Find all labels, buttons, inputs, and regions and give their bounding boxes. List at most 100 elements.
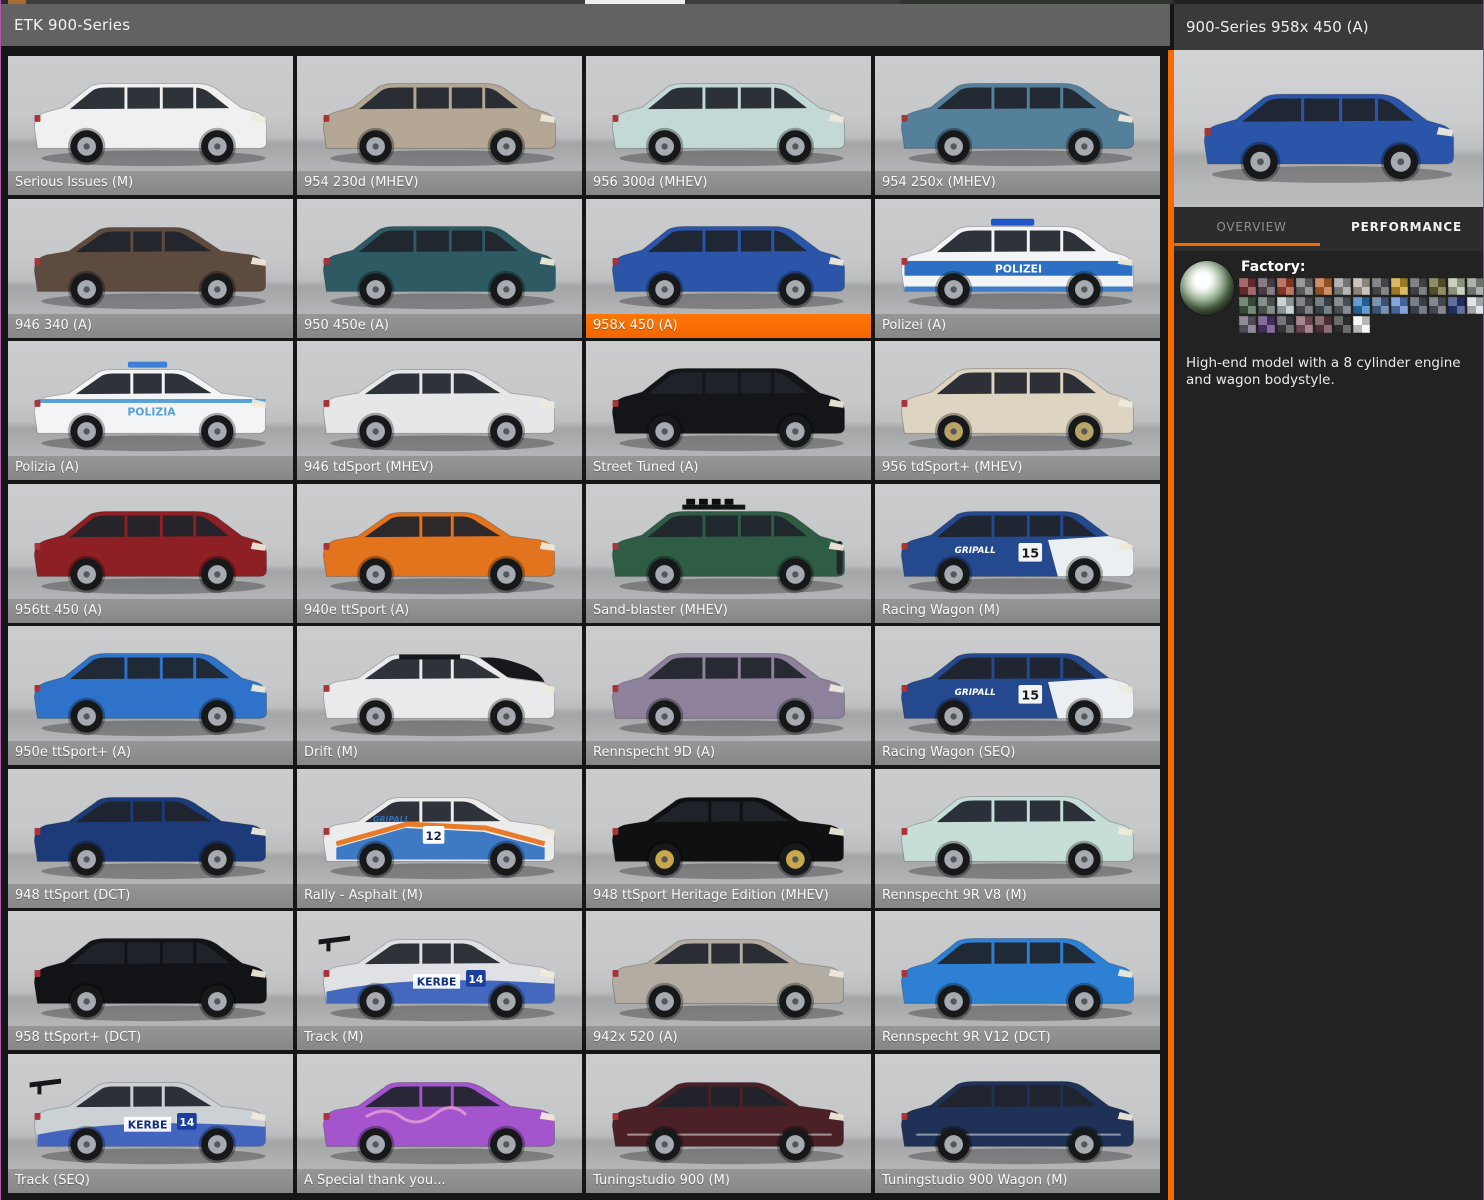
vehicle-config-label: Rennspecht 9R V12 (DCT) <box>875 1026 1160 1050</box>
vehicle-card[interactable]: Sand-blaster (MHEV) <box>586 484 871 623</box>
color-swatch[interactable] <box>1239 278 1256 295</box>
vehicle-card[interactable]: KERBE14 Track (SEQ) <box>8 1054 293 1193</box>
color-swatch[interactable] <box>1429 278 1446 295</box>
vehicle-card[interactable]: 948 ttSport (DCT) <box>8 769 293 908</box>
color-swatch[interactable] <box>1334 316 1351 333</box>
svg-text:15: 15 <box>1021 689 1039 704</box>
vehicle-card[interactable]: Tuningstudio 900 Wagon (M) <box>875 1054 1160 1193</box>
tab-performance-label: PERFORMANCE <box>1351 220 1462 234</box>
color-swatch[interactable] <box>1258 278 1275 295</box>
tab-overview[interactable]: OVERVIEW <box>1174 207 1329 251</box>
vehicle-card[interactable]: KERBE14 Track (M) <box>297 911 582 1050</box>
vehicle-config-label: 946 tdSport (MHEV) <box>297 456 582 480</box>
tab-performance[interactable]: PERFORMANCE <box>1329 207 1484 251</box>
vehicle-config-label: 946 340 (A) <box>8 314 293 338</box>
vehicle-card[interactable]: Rennspecht 9D (A) <box>586 626 871 765</box>
vehicle-config-label: 956 tdSport+ (MHEV) <box>875 456 1160 480</box>
vehicle-card[interactable]: 950e ttSport+ (A) <box>8 626 293 765</box>
color-swatch[interactable] <box>1315 297 1332 314</box>
color-swatch[interactable] <box>1296 278 1313 295</box>
color-swatch[interactable] <box>1277 316 1294 333</box>
color-swatch[interactable] <box>1410 297 1427 314</box>
factory-color-swatches <box>1239 278 1484 333</box>
vehicle-config-label: 958 ttSport+ (DCT) <box>8 1026 293 1050</box>
vehicle-card[interactable]: 956 tdSport+ (MHEV) <box>875 341 1160 480</box>
color-swatch[interactable] <box>1277 297 1294 314</box>
vehicle-card[interactable]: A Special thank you... <box>297 1054 582 1193</box>
vehicle-card[interactable]: 956 300d (MHEV) <box>586 56 871 195</box>
vehicle-card[interactable]: Rennspecht 9R V8 (M) <box>875 769 1160 908</box>
vehicle-card[interactable]: Tuningstudio 900 (M) <box>586 1054 871 1193</box>
svg-text:12: 12 <box>425 828 441 842</box>
vehicle-config-label: 954 250x (MHEV) <box>875 171 1160 195</box>
vehicle-card[interactable]: 958x 450 (A) <box>586 199 871 338</box>
color-swatch[interactable] <box>1467 278 1484 295</box>
vehicle-config-label: Sand-blaster (MHEV) <box>586 599 871 623</box>
color-swatch[interactable] <box>1410 278 1427 295</box>
color-swatch[interactable] <box>1353 297 1370 314</box>
color-swatch[interactable] <box>1391 278 1408 295</box>
vehicle-card[interactable]: Drift (M) <box>297 626 582 765</box>
vehicle-card[interactable]: 954 230d (MHEV) <box>297 56 582 195</box>
vehicle-config-label: 954 230d (MHEV) <box>297 171 582 195</box>
color-swatch[interactable] <box>1296 297 1313 314</box>
vehicle-card[interactable]: 942x 520 (A) <box>586 911 871 1050</box>
vehicle-card[interactable]: GRIPALL15 Racing Wagon (M) <box>875 484 1160 623</box>
color-swatch[interactable] <box>1372 278 1389 295</box>
svg-text:GRIPALL: GRIPALL <box>373 815 410 824</box>
vehicle-card[interactable]: Street Tuned (A) <box>586 341 871 480</box>
color-swatch[interactable] <box>1391 297 1408 314</box>
color-swatch[interactable] <box>1448 278 1465 295</box>
vehicle-card[interactable]: 940e ttSport (A) <box>297 484 582 623</box>
color-swatch[interactable] <box>1429 297 1446 314</box>
vehicle-card[interactable]: GRIPALL15 Racing Wagon (SEQ) <box>875 626 1160 765</box>
vehicle-config-label: Polizei (A) <box>875 314 1160 338</box>
color-swatch[interactable] <box>1372 297 1389 314</box>
vehicle-config-selector: ETK 900-Series Serious Issues (M) 954 23… <box>0 0 1484 1200</box>
vehicle-config-label: 956 300d (MHEV) <box>586 171 871 195</box>
vehicle-card[interactable]: 954 250x (MHEV) <box>875 56 1160 195</box>
vehicle-card[interactable]: 950 450e (A) <box>297 199 582 338</box>
color-swatch[interactable] <box>1448 297 1465 314</box>
color-swatch[interactable] <box>1467 297 1484 314</box>
color-swatch[interactable] <box>1353 278 1370 295</box>
vehicle-grid: Serious Issues (M) 954 230d (MHEV) 956 3… <box>8 56 1160 1193</box>
color-swatch[interactable] <box>1277 278 1294 295</box>
selected-vehicle-image <box>1174 50 1484 207</box>
panel-accent-bar <box>1168 50 1174 1200</box>
vehicle-config-label: Drift (M) <box>297 741 582 765</box>
vehicle-config-label: Rennspecht 9D (A) <box>586 741 871 765</box>
vehicle-card[interactable]: 948 ttSport Heritage Edition (MHEV) <box>586 769 871 908</box>
screen-edge-left <box>0 0 1 1200</box>
color-swatch[interactable] <box>1258 316 1275 333</box>
vehicle-config-label: 940e ttSport (A) <box>297 599 582 623</box>
color-swatch[interactable] <box>1334 278 1351 295</box>
selected-config-title: 900-Series 958x 450 (A) <box>1186 18 1369 36</box>
svg-text:KERBE: KERBE <box>128 1118 168 1131</box>
vehicle-card[interactable]: 956tt 450 (A) <box>8 484 293 623</box>
vehicle-card[interactable]: GRIPALL 12 Rally - Asphalt (M) <box>297 769 582 908</box>
vehicle-card[interactable]: Rennspecht 9R V12 (DCT) <box>875 911 1160 1050</box>
color-swatch[interactable] <box>1315 278 1332 295</box>
vehicle-description: High-end model with a 8 cylinder engine … <box>1186 355 1464 390</box>
vehicle-card[interactable]: Serious Issues (M) <box>8 56 293 195</box>
details-panel: 900-Series 958x 450 (A) OVERVIEW PERFORM… <box>1174 0 1484 1200</box>
vehicle-card[interactable]: 946 tdSport (MHEV) <box>297 341 582 480</box>
color-swatch[interactable] <box>1334 297 1351 314</box>
vehicle-config-label: Street Tuned (A) <box>586 456 871 480</box>
vehicle-config-label: 958x 450 (A) <box>586 314 871 338</box>
color-swatch[interactable] <box>1296 316 1313 333</box>
vehicle-card[interactable]: POLIZIA Polizia (A) <box>8 341 293 480</box>
vehicle-card[interactable]: 958 ttSport+ (DCT) <box>8 911 293 1050</box>
vehicle-config-label: Rally - Asphalt (M) <box>297 884 582 908</box>
color-swatch[interactable] <box>1239 297 1256 314</box>
vehicle-card[interactable]: POLIZEI Polizei (A) <box>875 199 1160 338</box>
color-swatch[interactable] <box>1258 297 1275 314</box>
vehicle-card[interactable]: 946 340 (A) <box>8 199 293 338</box>
color-swatch[interactable] <box>1239 316 1256 333</box>
color-swatch[interactable] <box>1315 316 1332 333</box>
svg-text:GRIPALL: GRIPALL <box>955 545 996 555</box>
color-swatch[interactable] <box>1353 316 1370 333</box>
paint-preview-thumbnail[interactable] <box>1180 261 1234 315</box>
tab-overview-label: OVERVIEW <box>1216 220 1286 234</box>
